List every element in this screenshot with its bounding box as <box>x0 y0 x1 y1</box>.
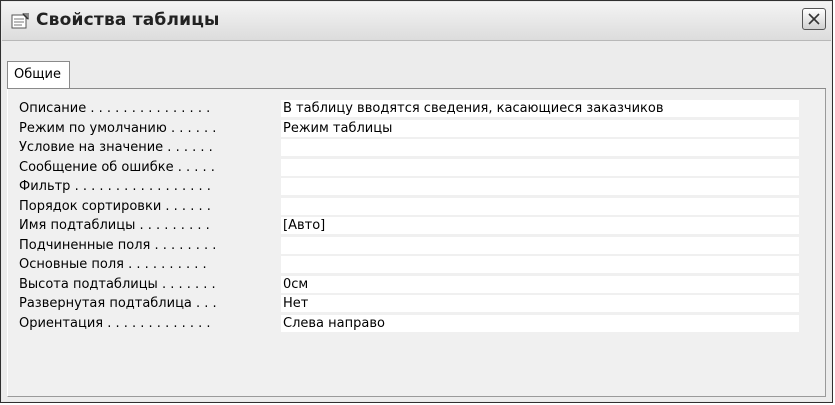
close-button[interactable] <box>802 8 826 30</box>
property-value-field[interactable] <box>281 236 799 254</box>
dialog-body: Общие Описание . . . . . . . . . . . . .… <box>2 41 831 401</box>
property-label: Развернутая подтаблица . . . <box>19 296 217 311</box>
property-value-field[interactable] <box>281 139 799 156</box>
property-label: Имя подтаблицы . . . . . . . . . <box>19 218 210 233</box>
property-value-field[interactable] <box>281 178 799 195</box>
properties-icon <box>11 12 31 30</box>
property-label: Условие на значение . . . . . . <box>19 140 213 155</box>
property-value-field[interactable] <box>281 158 799 176</box>
property-value-field[interactable]: [Авто] <box>281 217 799 234</box>
property-label: Фильтр . . . . . . . . . . . . . . . . . <box>19 179 211 194</box>
properties-panel: Описание . . . . . . . . . . . . . . . В… <box>7 89 826 397</box>
property-label: Подчиненные поля . . . . . . . . <box>19 237 217 253</box>
property-label: Режим по умолчанию . . . . . . <box>19 120 217 136</box>
close-icon <box>808 13 820 25</box>
property-label: Порядок сортировки . . . . . . <box>19 198 211 214</box>
title-bar[interactable]: Свойства таблицы <box>2 2 831 41</box>
tab-general[interactable]: Общие <box>7 61 70 88</box>
property-value-field[interactable]: Нет <box>281 295 799 312</box>
property-value-field[interactable] <box>281 197 799 215</box>
window-title: Свойства таблицы <box>36 10 220 30</box>
property-label: Ориентация . . . . . . . . . . . . . <box>19 315 211 331</box>
property-label: Описание . . . . . . . . . . . . . . . <box>19 101 211 116</box>
property-value-field[interactable]: Слева направо <box>281 314 799 332</box>
property-value-field[interactable]: 0см <box>281 275 799 293</box>
table-properties-window: Свойства таблицы Общие Описание . . . . … <box>0 0 833 403</box>
property-value-field[interactable] <box>281 256 799 273</box>
property-label: Основные поля . . . . . . . . . . <box>19 257 207 272</box>
property-value-field[interactable]: Режим таблицы <box>281 119 799 137</box>
property-label: Сообщение об ошибке . . . . . <box>19 159 215 175</box>
property-value-field[interactable]: В таблицу вводятся сведения, касающиеся … <box>281 100 799 117</box>
property-label: Высота подтаблицы . . . . . . . <box>19 276 216 292</box>
